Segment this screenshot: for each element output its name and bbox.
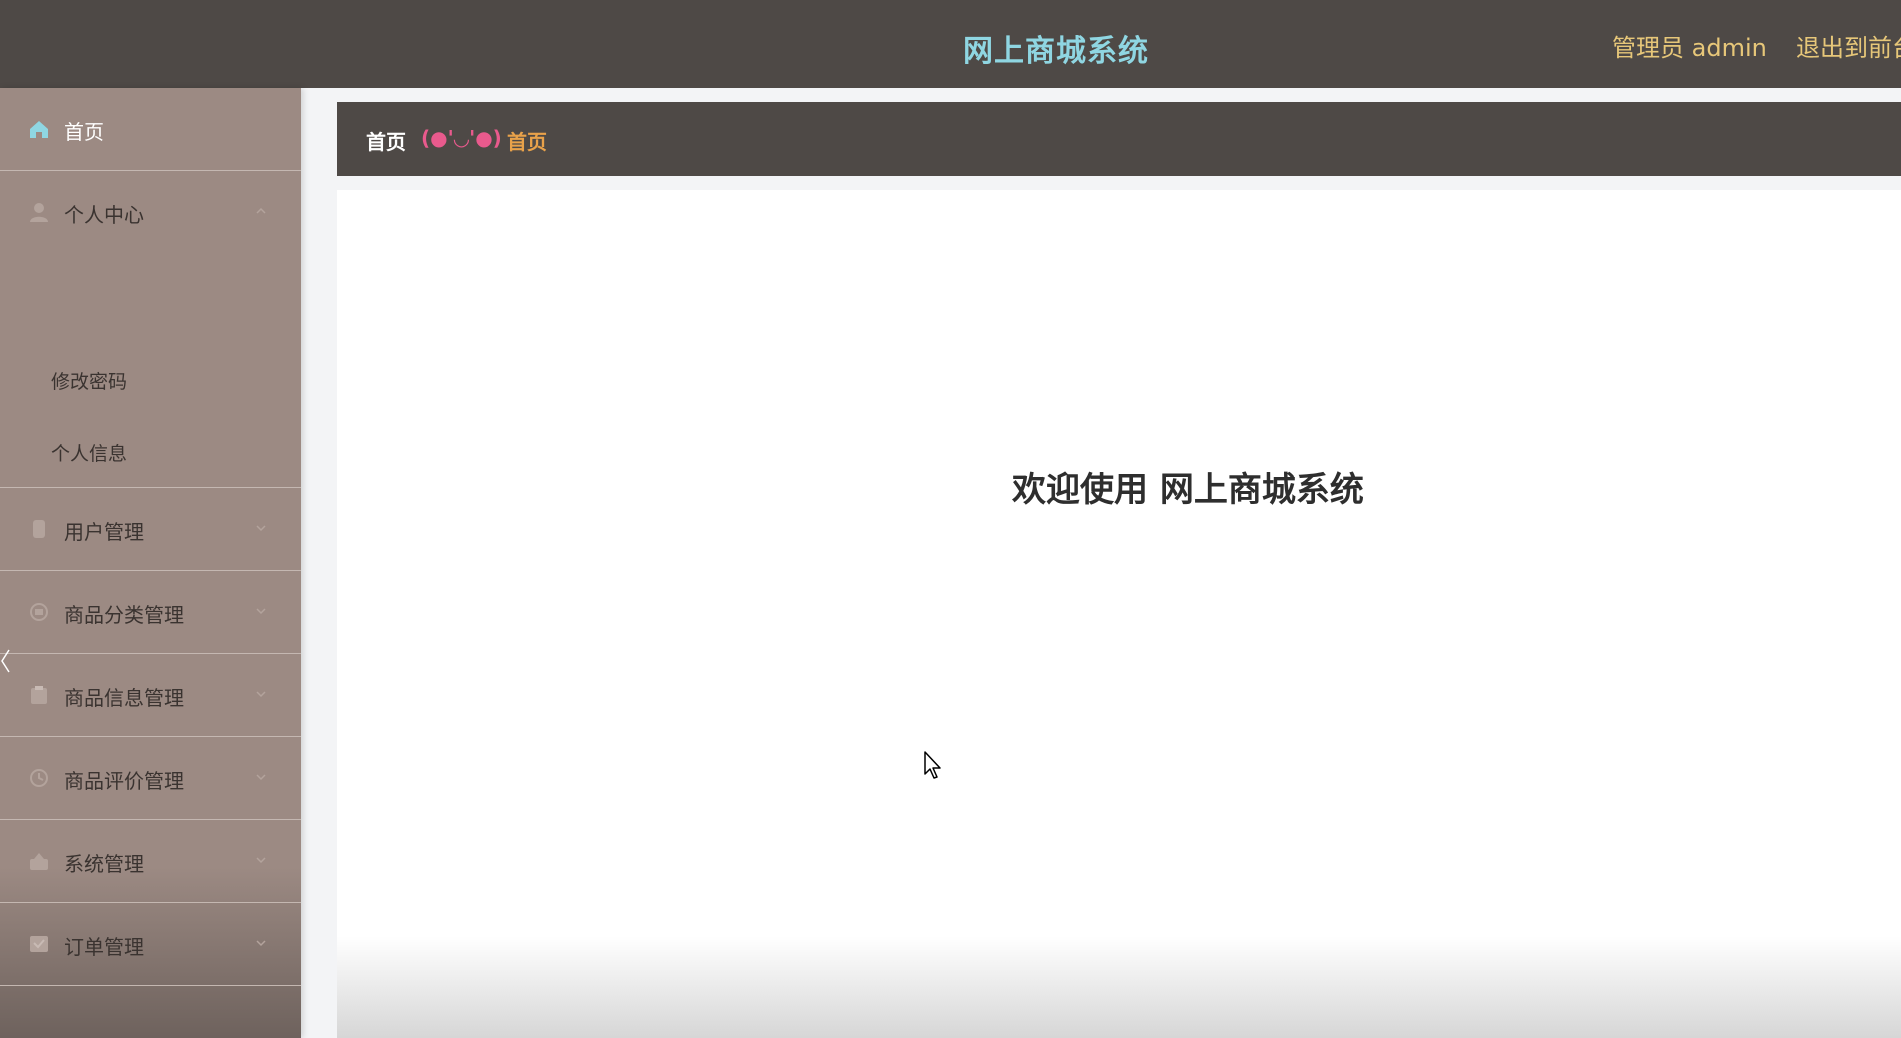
- sidebar-subitem-label: 修改密码: [51, 371, 128, 393]
- sidebar-item-label: 个人中心: [64, 203, 144, 227]
- chevron-down-icon: [256, 857, 266, 864]
- exit-to-front-link[interactable]: 退出到前台: [1796, 28, 1901, 63]
- sidebar-item-label: 商品信息管理: [64, 686, 184, 710]
- user-icon: [30, 203, 48, 222]
- sidebar-item-home[interactable]: 首页: [0, 88, 301, 171]
- system-icon: [30, 853, 48, 870]
- sidebar-item-label: 订单管理: [64, 935, 144, 959]
- breadcrumb-home-link[interactable]: 首页: [366, 126, 406, 155]
- sidebar-item-product-management[interactable]: 商品信息管理: [0, 654, 301, 737]
- personal-center-submenu: 修改密码 个人信息: [0, 343, 301, 488]
- chevron-down-icon: [256, 691, 266, 698]
- users-icon: [33, 520, 45, 538]
- breadcrumb-current: 首页: [507, 130, 547, 154]
- sidebar-item-label: 系统管理: [64, 852, 144, 876]
- chevron-down-icon: [256, 774, 266, 781]
- top-bar: 网上商城系统 管理员 admin 退出到前台: [0, 0, 1901, 88]
- sidebar-item-label: 用户管理: [64, 520, 144, 544]
- sidebar-item-system-management[interactable]: 系统管理: [0, 820, 301, 903]
- admin-label: 管理员 admin: [1612, 34, 1767, 62]
- sidebar-item-label: 商品评价管理: [64, 769, 184, 793]
- sidebar-subitem-change-password[interactable]: 修改密码: [0, 343, 301, 417]
- sidebar: 首页 个人中心 修改密码 个人信息 用户管理 商品分类管理 商品信息管理 商品评…: [0, 88, 301, 1038]
- breadcrumb-separator: (●'◡'●): [421, 126, 502, 150]
- chevron-down-icon: [256, 940, 266, 947]
- category-icon: [30, 603, 48, 621]
- chevron-up-icon: [256, 207, 266, 214]
- product-icon: [31, 686, 47, 704]
- sidebar-item-review-management[interactable]: 商品评价管理: [0, 737, 301, 820]
- chevron-down-icon: [256, 525, 266, 532]
- sidebar-item-user-management[interactable]: 用户管理: [0, 488, 301, 571]
- sidebar-item-label: 首页: [64, 120, 104, 144]
- sidebar-item-category-management[interactable]: 商品分类管理: [0, 571, 301, 654]
- welcome-message: 欢迎使用 网上商城系统: [1012, 470, 1364, 510]
- main-content: 欢迎使用 网上商城系统: [337, 190, 1901, 1038]
- sidebar-item-order-management[interactable]: 订单管理: [0, 903, 301, 986]
- chevron-left-icon[interactable]: [0, 648, 12, 674]
- order-icon: [30, 936, 48, 952]
- home-icon: [30, 121, 48, 138]
- review-icon: [30, 769, 48, 787]
- app-title: 网上商城系统: [963, 34, 1149, 69]
- sidebar-item-label: 商品分类管理: [64, 603, 184, 627]
- chevron-down-icon: [256, 608, 266, 615]
- sidebar-item-personal-center[interactable]: 个人中心: [0, 171, 301, 254]
- breadcrumb: 首页 (●'◡'●) 首页: [337, 102, 1901, 176]
- sidebar-subitem-personal-info[interactable]: 个人信息: [0, 415, 301, 489]
- mouse-cursor-icon: [924, 751, 941, 779]
- sidebar-subitem-label: 个人信息: [51, 443, 128, 465]
